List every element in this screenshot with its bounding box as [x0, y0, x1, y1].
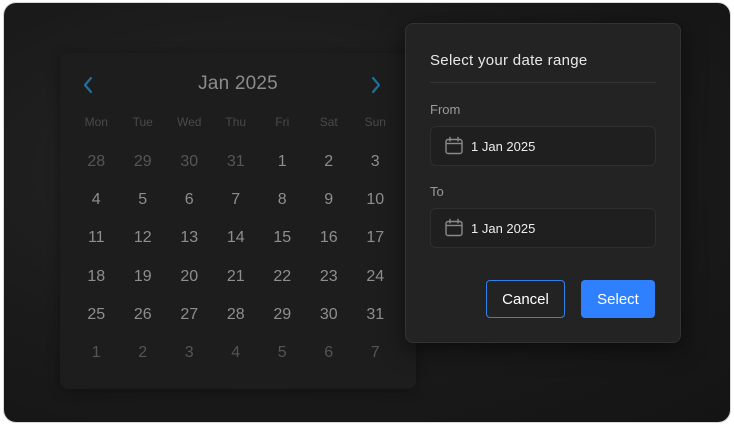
- date-range-dialog: Select your date range From 1 Jan 2025 T…: [405, 23, 681, 343]
- day-cell-outside-month[interactable]: 4: [213, 340, 260, 378]
- weekday-label: Sun: [364, 115, 386, 129]
- day-cell[interactable]: 5: [120, 187, 167, 225]
- calendar-panel: Jan 2025 Mon Tue Wed Thu Fri Sat Sun 28 29 30 31 1…: [60, 53, 416, 389]
- day-cell[interactable]: 6: [166, 187, 213, 225]
- day-cell[interactable]: 27: [166, 302, 213, 340]
- day-cell[interactable]: 25: [73, 302, 120, 340]
- calendar-month-title: Jan 2025: [198, 73, 278, 94]
- cancel-button[interactable]: Cancel: [486, 280, 565, 318]
- day-cell[interactable]: 19: [120, 264, 167, 302]
- calendar-icon: [444, 218, 464, 238]
- day-cell-outside-month[interactable]: 31: [213, 149, 260, 187]
- day-cell[interactable]: 14: [213, 225, 260, 263]
- day-cell[interactable]: 11: [73, 225, 120, 263]
- day-cell[interactable]: 20: [166, 264, 213, 302]
- day-cell[interactable]: 26: [120, 302, 167, 340]
- chevron-right-icon: [371, 76, 381, 94]
- weekday-label: Sat: [319, 115, 338, 129]
- day-cell[interactable]: 15: [259, 225, 306, 263]
- day-cell-outside-month[interactable]: 30: [166, 149, 213, 187]
- day-cell-outside-month[interactable]: 5: [259, 340, 306, 378]
- weekday-label: Wed: [177, 115, 202, 129]
- to-date-value: 1 Jan 2025: [471, 220, 536, 236]
- to-date-field[interactable]: 1 Jan 2025: [430, 208, 656, 248]
- day-cell-outside-month[interactable]: 3: [166, 340, 213, 378]
- day-cell-outside-month[interactable]: 29: [120, 149, 167, 187]
- from-date-value: 1 Jan 2025: [471, 138, 536, 154]
- day-cell[interactable]: 23: [306, 264, 353, 302]
- day-cell[interactable]: 2: [306, 149, 353, 187]
- app-window: Jan 2025 Mon Tue Wed Thu Fri Sat Sun 28 29 30 31 1…: [4, 3, 730, 422]
- day-cell[interactable]: 12: [120, 225, 167, 263]
- day-cell-outside-month[interactable]: 2: [120, 340, 167, 378]
- day-cell-outside-month[interactable]: 7: [352, 340, 399, 378]
- day-cell[interactable]: 1: [259, 149, 306, 187]
- day-cell-outside-month[interactable]: 1: [73, 340, 120, 378]
- calendar-header: Jan 2025: [60, 67, 416, 103]
- day-cell[interactable]: 10: [352, 187, 399, 225]
- day-cell[interactable]: 13: [166, 225, 213, 263]
- day-cell[interactable]: 22: [259, 264, 306, 302]
- weekday-header-row: Mon Tue Wed Thu Fri Sat Sun: [73, 115, 409, 129]
- day-cell[interactable]: 7: [213, 187, 260, 225]
- next-month-button[interactable]: [364, 73, 388, 97]
- from-date-field[interactable]: 1 Jan 2025: [430, 126, 656, 166]
- to-label: To: [430, 184, 444, 199]
- day-cell[interactable]: 18: [73, 264, 120, 302]
- day-cell[interactable]: 21: [213, 264, 260, 302]
- day-cell[interactable]: 24: [352, 264, 399, 302]
- day-cell[interactable]: 4: [73, 187, 120, 225]
- day-cell[interactable]: 17: [352, 225, 399, 263]
- day-cell[interactable]: 3: [352, 149, 399, 187]
- select-button[interactable]: Select: [581, 280, 655, 318]
- day-cell[interactable]: 16: [306, 225, 353, 263]
- day-cell-outside-month[interactable]: 28: [73, 149, 120, 187]
- dialog-divider: [430, 82, 656, 83]
- calendar-icon: [444, 136, 464, 156]
- day-grid: 28 29 30 31 1 2 3 4 5 6 7 8 9 10 11 12 13 14 15 16 17 18 19 20 2…: [73, 149, 409, 378]
- day-cell[interactable]: 28: [213, 302, 260, 340]
- dialog-title: Select your date range: [430, 52, 588, 69]
- day-cell[interactable]: 9: [306, 187, 353, 225]
- weekday-label: Thu: [225, 115, 247, 129]
- day-cell[interactable]: 29: [259, 302, 306, 340]
- from-label: From: [430, 102, 461, 117]
- weekday-label: Tue: [132, 115, 153, 129]
- day-cell[interactable]: 31: [352, 302, 399, 340]
- weekday-label: Fri: [275, 115, 290, 129]
- day-cell[interactable]: 30: [306, 302, 353, 340]
- day-cell-outside-month[interactable]: 6: [306, 340, 353, 378]
- weekday-label: Mon: [84, 115, 108, 129]
- day-cell[interactable]: 8: [259, 187, 306, 225]
